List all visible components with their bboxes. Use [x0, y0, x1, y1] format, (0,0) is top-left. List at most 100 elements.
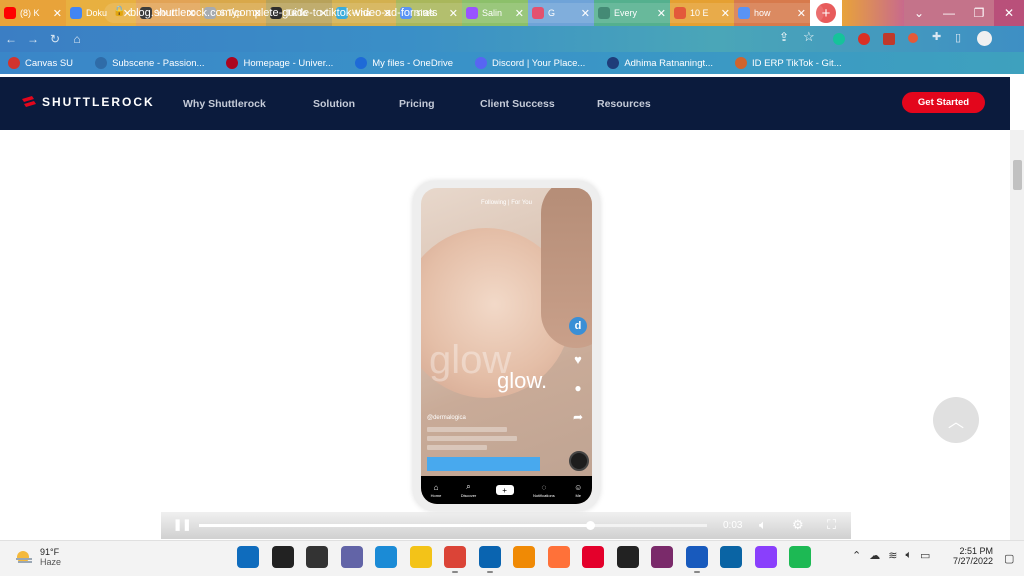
discord-icon: [475, 57, 488, 69]
task-view-icon[interactable]: [306, 546, 328, 568]
like-icon[interactable]: ♥: [569, 352, 587, 367]
bookmark-item[interactable]: Adhima Ratnaningt...: [607, 57, 713, 69]
tiktok-nav-me[interactable]: ☺ Me: [574, 483, 582, 498]
caption-line: [427, 427, 507, 432]
music-disc-icon[interactable]: [569, 451, 589, 471]
shuttlerock-logo[interactable]: SHUTTLEROCK: [22, 95, 155, 109]
pause-icon[interactable]: ❚❚: [173, 518, 191, 531]
weather-widget[interactable]: 91°F Haze: [14, 547, 61, 567]
subscene-icon: [95, 57, 108, 69]
bookmark-item[interactable]: Discord | Your Place...: [475, 57, 585, 69]
restore-icon[interactable]: ❐: [964, 0, 994, 26]
nav-pricing[interactable]: Pricing: [399, 98, 435, 110]
wifi-icon[interactable]: ≋: [888, 549, 897, 562]
tiktok-nav-notifications[interactable]: ◌ Notifications: [533, 483, 555, 498]
extension-icon[interactable]: [908, 33, 918, 43]
tab-label: (8) K: [20, 8, 40, 18]
brand-avatar[interactable]: d: [569, 316, 587, 335]
nav-client-success[interactable]: Client Success: [480, 98, 555, 110]
word-icon[interactable]: [686, 546, 708, 568]
tiktok-nav-create[interactable]: +: [495, 485, 514, 495]
scrollbar-thumb[interactable]: [1013, 160, 1022, 190]
puzzle-icon[interactable]: ✚: [932, 30, 941, 43]
tab-search-icon[interactable]: ⌄: [904, 0, 934, 26]
inbox-icon: ◌: [541, 482, 547, 492]
weather-condition: Haze: [40, 557, 62, 567]
home-icon: ⌂: [433, 482, 439, 492]
windows-start-icon[interactable]: [237, 546, 259, 568]
nav-why-shuttlerock[interactable]: Why Shuttlerock: [183, 98, 266, 110]
close-tab-icon[interactable]: ✕: [53, 7, 62, 20]
sticky-notes-icon[interactable]: [617, 546, 639, 568]
file-explorer-icon[interactable]: [410, 546, 432, 568]
mail-icon[interactable]: [479, 546, 501, 568]
scrollbar[interactable]: [1010, 130, 1024, 540]
forward-icon[interactable]: →: [22, 32, 44, 46]
bookmark-label: Canvas SU: [25, 57, 74, 69]
onedrive-icon[interactable]: ☁: [869, 549, 880, 562]
bookmark-item[interactable]: ID ERP TikTok - Git...: [735, 57, 842, 69]
get-started-button[interactable]: Get Started: [902, 92, 985, 113]
photos-icon[interactable]: [720, 546, 742, 568]
close-icon[interactable]: ✕: [994, 0, 1024, 26]
overlay-text-small: glow.: [497, 368, 548, 393]
url-text[interactable]: blog.shuttlerock.com/complete-guide-to-t…: [130, 7, 438, 19]
video-progress-bar[interactable]: [199, 521, 707, 530]
chevron-up-icon[interactable]: ⌃: [852, 549, 861, 562]
opera-icon[interactable]: [582, 546, 604, 568]
creator-handle[interactable]: @dermalogica: [427, 415, 466, 421]
bookmark-item[interactable]: My files - OneDrive: [355, 57, 453, 69]
fullscreen-icon[interactable]: ⛶: [827, 517, 836, 533]
tiktok-video[interactable]: Following | For You glow glow. d ♥ ● ➦ @…: [421, 188, 592, 504]
winrar-icon[interactable]: [651, 546, 673, 568]
clock[interactable]: 2:51 PM 7/27/2022: [953, 546, 993, 566]
share-icon[interactable]: ➦: [569, 410, 587, 424]
battery-icon[interactable]: ▭: [920, 549, 930, 562]
chrome-icon[interactable]: [444, 546, 466, 568]
teams-chat-icon[interactable]: [341, 546, 363, 568]
arizona-icon: [226, 57, 239, 69]
vlc-icon[interactable]: [513, 546, 535, 568]
running-indicator: [452, 571, 458, 573]
tiktok-nav-home[interactable]: ⌂ Home: [431, 483, 442, 498]
bookmark-label: Homepage - Univer...: [243, 57, 334, 69]
bookmark-item[interactable]: Canvas SU: [8, 57, 73, 69]
edge-icon[interactable]: [375, 546, 397, 568]
tiktok-bottom-nav: ⌂ Home ⌕ Discover + ◌ Notifications ☺ Me: [421, 476, 592, 504]
ad-cta-button[interactable]: [427, 457, 540, 471]
profile-icon: ☺: [574, 482, 583, 492]
extension-icon[interactable]: [883, 33, 895, 45]
bookmark-star-icon[interactable]: ☆: [803, 29, 815, 45]
settings-gear-icon[interactable]: ⚙: [792, 517, 804, 533]
scroll-to-top-button[interactable]: ︿: [933, 397, 979, 443]
reload-icon[interactable]: ↻: [44, 32, 66, 46]
grammarly-extension-icon[interactable]: [833, 33, 845, 45]
clock-date: 7/27/2022: [953, 556, 994, 566]
bookmark-label: Adhima Ratnaningt...: [624, 57, 714, 69]
tab-strip-spacer: [842, 0, 904, 26]
nav-solution[interactable]: Solution: [313, 98, 355, 110]
browser-tab[interactable]: (8) K ✕: [0, 0, 66, 26]
bookmark-item[interactable]: Homepage - Univer...: [226, 57, 333, 69]
tiktok-nav-discover[interactable]: ⌕ Discover: [461, 482, 477, 498]
search-icon[interactable]: [272, 546, 294, 568]
bookmark-item[interactable]: Subscene - Passion...: [95, 57, 204, 69]
spotify-icon[interactable]: [789, 546, 811, 568]
video-time: 0:03: [723, 520, 743, 531]
back-icon[interactable]: ←: [0, 32, 22, 46]
minimize-icon[interactable]: —: [934, 0, 964, 26]
notification-icon[interactable]: ▢: [1004, 552, 1014, 565]
comment-icon[interactable]: ●: [569, 381, 587, 395]
sidebar-icon[interactable]: ▯: [955, 31, 961, 44]
gmail-extension-icon[interactable]: [858, 33, 870, 45]
snipping-tool-icon[interactable]: [755, 546, 777, 568]
avatar[interactable]: [977, 31, 992, 46]
address-bar: ← → ↻ ⌂: [0, 26, 1024, 52]
volume-icon[interactable]: 🔈︎: [759, 517, 767, 533]
firefox-icon[interactable]: [548, 546, 570, 568]
home-icon[interactable]: ⌂: [66, 32, 88, 46]
speaker-icon[interactable]: 🔈︎: [905, 549, 912, 562]
share-icon[interactable]: ⇪: [779, 30, 789, 44]
nav-resources[interactable]: Resources: [597, 98, 651, 110]
grid-icon: [607, 57, 620, 69]
